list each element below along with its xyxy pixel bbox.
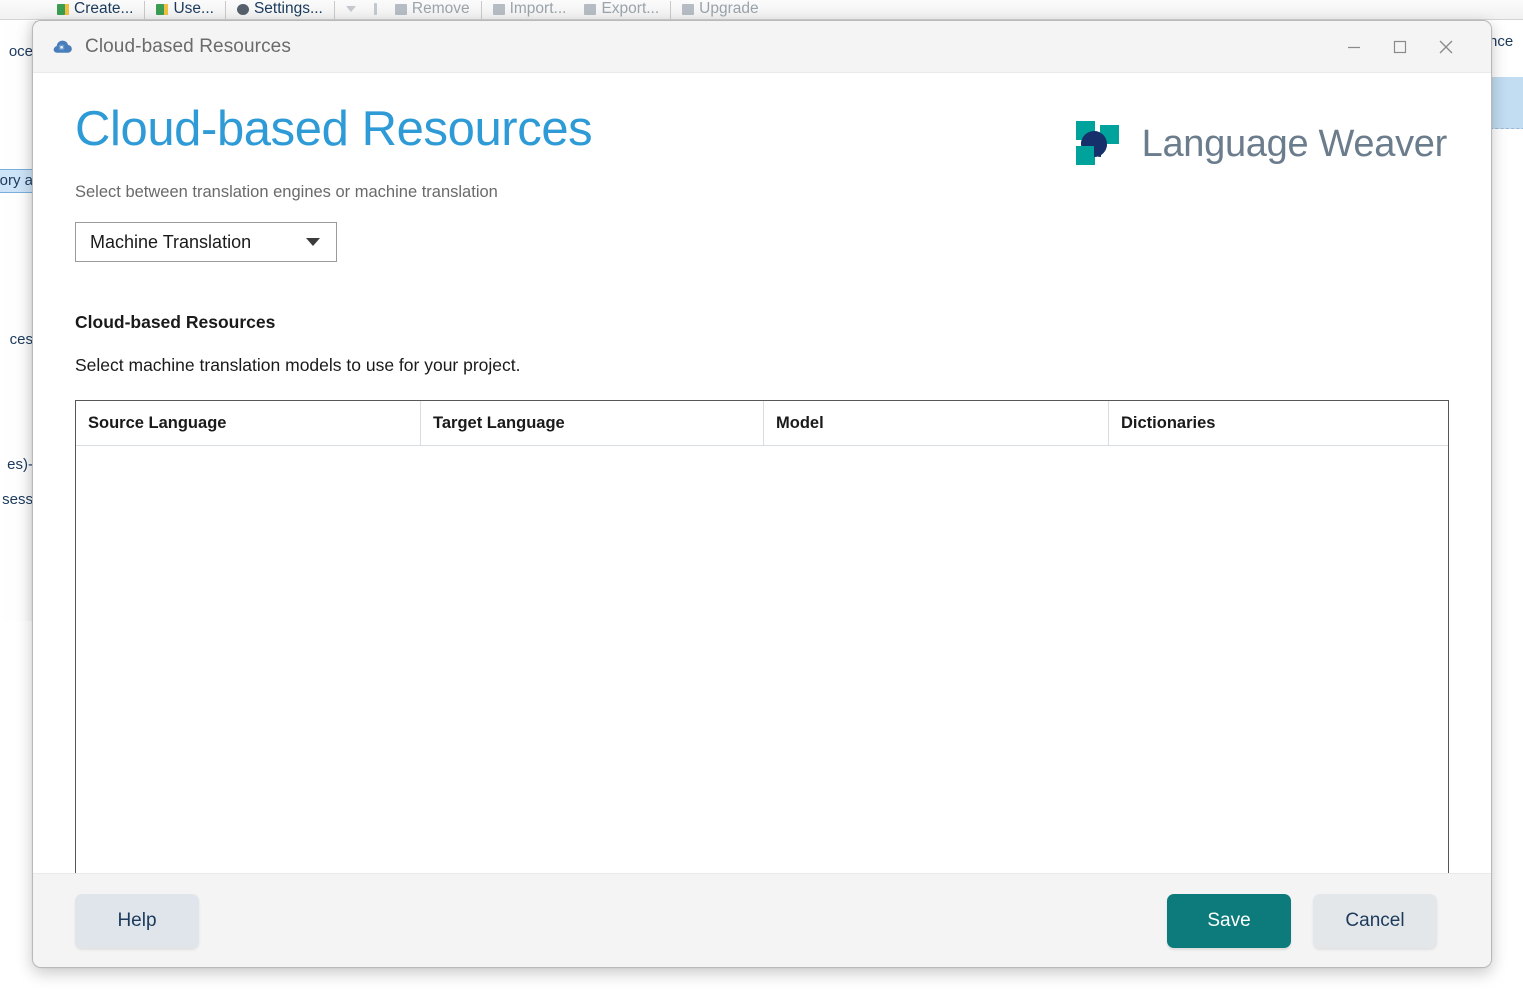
table-body-empty[interactable] bbox=[76, 446, 1448, 873]
close-button[interactable] bbox=[1423, 28, 1469, 66]
page-subtitle: Select between translation engines or ma… bbox=[75, 183, 1449, 202]
engine-select[interactable]: Machine Translation bbox=[75, 222, 337, 262]
background-text-fragment: es)- bbox=[7, 456, 33, 473]
toolbar-item-create[interactable]: Create... bbox=[48, 0, 142, 19]
toolbar-item-settings-label: Settings... bbox=[254, 0, 323, 18]
toolbar-item-move-up bbox=[365, 0, 386, 19]
toolbar-item-import: Import... bbox=[484, 0, 576, 19]
export-icon bbox=[584, 4, 596, 15]
toolbar-item-export: Export... bbox=[575, 0, 668, 19]
cancel-button[interactable]: Cancel bbox=[1313, 894, 1437, 948]
background-text-fragment: oce bbox=[9, 43, 33, 60]
toolbar-item-export-label: Export... bbox=[601, 0, 659, 18]
background-text-fragment: nce bbox=[1489, 33, 1513, 50]
move-up-icon bbox=[374, 3, 377, 15]
upgrade-icon bbox=[682, 4, 694, 15]
column-header-dictionaries[interactable]: Dictionaries bbox=[1109, 401, 1448, 445]
background-selected-row: ory a bbox=[0, 169, 35, 193]
column-header-source-language[interactable]: Source Language bbox=[76, 401, 421, 445]
toolbar-separator bbox=[144, 1, 145, 19]
toolbar-item-dropdown bbox=[337, 0, 365, 19]
column-header-model[interactable]: Model bbox=[764, 401, 1109, 445]
language-weaver-logo-icon bbox=[1074, 119, 1124, 169]
page-title: Cloud-based Resources bbox=[75, 105, 592, 155]
dropdown-caret-icon bbox=[346, 6, 356, 12]
background-right-panel: nce bbox=[1487, 21, 1523, 951]
background-text-fragment: ces bbox=[10, 331, 33, 348]
toolbar-item-use-label: Use... bbox=[173, 0, 213, 18]
dialog-titlebar: Cloud-based Resources bbox=[33, 21, 1491, 73]
save-button[interactable]: Save bbox=[1167, 894, 1291, 948]
toolbar-separator bbox=[225, 1, 226, 19]
import-icon bbox=[493, 4, 505, 15]
toolbar-separator bbox=[334, 1, 335, 19]
help-button[interactable]: Help bbox=[75, 894, 199, 948]
application-toolbar: Create... Use... Settings... Remove Impo… bbox=[0, 0, 1523, 20]
minimize-button[interactable] bbox=[1331, 28, 1377, 66]
toolbar-item-create-label: Create... bbox=[74, 0, 133, 18]
cloud-based-resources-dialog: Cloud-based Resources Cloud-based Resour… bbox=[32, 20, 1492, 968]
toolbar-item-use[interactable]: Use... bbox=[147, 0, 222, 19]
section-title: Cloud-based Resources bbox=[75, 312, 1449, 333]
background-selected-row bbox=[1490, 77, 1523, 129]
chevron-down-icon bbox=[306, 238, 320, 246]
cloud-icon bbox=[53, 39, 73, 55]
background-left-panel: oce ory a ces es)- sess bbox=[0, 21, 36, 621]
table-header-row: Source Language Target Language Model Di… bbox=[76, 401, 1448, 446]
dialog-header-row: Cloud-based Resources bbox=[75, 105, 1449, 169]
settings-icon bbox=[237, 4, 249, 15]
column-header-target-language[interactable]: Target Language bbox=[421, 401, 764, 445]
section-description: Select machine translation models to use… bbox=[75, 355, 1449, 376]
resources-table: Source Language Target Language Model Di… bbox=[75, 400, 1449, 873]
engine-select-value: Machine Translation bbox=[90, 232, 306, 253]
maximize-button[interactable] bbox=[1377, 28, 1423, 66]
brand-lockup: Language Weaver bbox=[1074, 119, 1447, 169]
toolbar-separator bbox=[670, 1, 671, 19]
toolbar-item-remove: Remove bbox=[386, 0, 479, 19]
toolbar-item-upgrade: Upgrade bbox=[673, 0, 767, 19]
toolbar-item-import-label: Import... bbox=[510, 0, 567, 18]
toolbar-separator bbox=[481, 1, 482, 19]
create-icon bbox=[57, 4, 69, 15]
toolbar-item-upgrade-label: Upgrade bbox=[699, 0, 758, 18]
use-icon bbox=[156, 4, 168, 15]
background-text-fragment: sess bbox=[2, 491, 33, 508]
dialog-footer: Help Save Cancel bbox=[33, 873, 1491, 967]
dialog-title: Cloud-based Resources bbox=[85, 36, 1331, 58]
brand-name: Language Weaver bbox=[1142, 123, 1447, 166]
dialog-body: Cloud-based Resources bbox=[33, 73, 1491, 873]
remove-icon bbox=[395, 4, 407, 15]
toolbar-item-settings[interactable]: Settings... bbox=[228, 0, 332, 19]
toolbar-item-remove-label: Remove bbox=[412, 0, 470, 18]
